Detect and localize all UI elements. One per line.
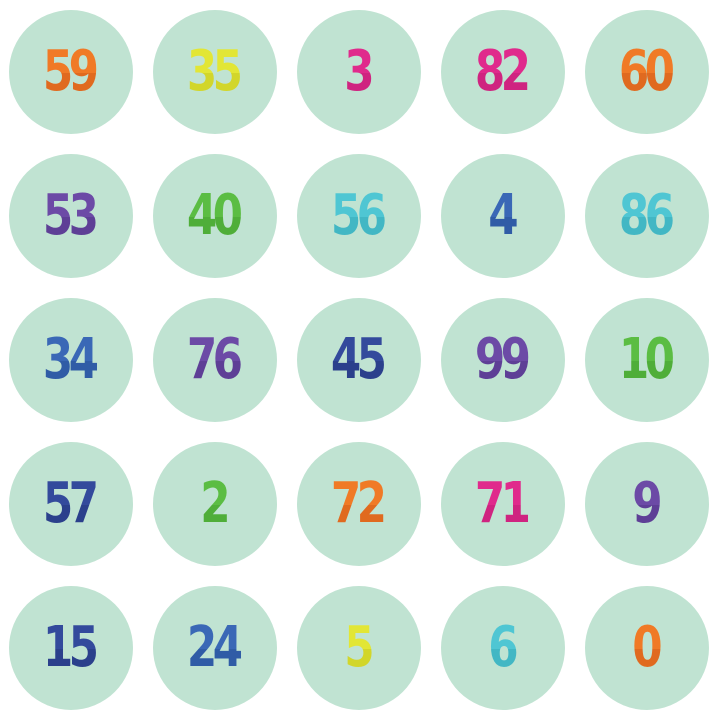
number-tile[interactable]: 60: [585, 10, 709, 134]
number-label: 40: [187, 188, 243, 244]
number-label: 10: [619, 332, 675, 388]
number-label: 34: [43, 332, 99, 388]
number-label: 15: [43, 620, 99, 676]
number-label: 24: [187, 620, 243, 676]
number-tile[interactable]: 24: [153, 586, 277, 710]
number-tile[interactable]: 86: [585, 154, 709, 278]
number-tile[interactable]: 82: [441, 10, 565, 134]
number-tile[interactable]: 59: [9, 10, 133, 134]
number-label: 9: [632, 476, 662, 532]
number-tile[interactable]: 45: [297, 298, 421, 422]
number-tile[interactable]: 6: [441, 586, 565, 710]
number-label: 0: [632, 620, 662, 676]
number-label: 57: [43, 476, 99, 532]
number-tile[interactable]: 9: [585, 442, 709, 566]
number-label: 82: [475, 44, 531, 100]
number-tile[interactable]: 76: [153, 298, 277, 422]
number-label: 35: [187, 44, 243, 100]
number-tile[interactable]: 53: [9, 154, 133, 278]
number-label: 2: [200, 476, 230, 532]
number-tile[interactable]: 40: [153, 154, 277, 278]
number-label: 86: [619, 188, 675, 244]
number-tile[interactable]: 72: [297, 442, 421, 566]
number-label: 3: [344, 44, 374, 100]
number-label: 60: [619, 44, 675, 100]
number-tile[interactable]: 99: [441, 298, 565, 422]
number-tile[interactable]: 4: [441, 154, 565, 278]
number-label: 4: [488, 188, 518, 244]
number-tile[interactable]: 71: [441, 442, 565, 566]
number-label: 59: [43, 44, 99, 100]
number-label: 56: [331, 188, 387, 244]
number-label: 76: [187, 332, 243, 388]
number-label: 72: [331, 476, 387, 532]
number-tile[interactable]: 5: [297, 586, 421, 710]
number-label: 71: [475, 476, 531, 532]
number-tile[interactable]: 0: [585, 586, 709, 710]
number-label: 45: [331, 332, 387, 388]
number-label: 5: [344, 620, 374, 676]
number-tile[interactable]: 35: [153, 10, 277, 134]
number-tile[interactable]: 3: [297, 10, 421, 134]
number-tile[interactable]: 2: [153, 442, 277, 566]
number-tile[interactable]: 10: [585, 298, 709, 422]
number-tile-grid: 59 35 3 82 60 53 40 56 4 86 34 76 45 99 10 57 2 72 71 9 15 24…: [9, 10, 711, 712]
number-label: 99: [475, 332, 531, 388]
number-tile[interactable]: 56: [297, 154, 421, 278]
number-tile[interactable]: 57: [9, 442, 133, 566]
number-tile[interactable]: 15: [9, 586, 133, 710]
number-tile[interactable]: 34: [9, 298, 133, 422]
number-label: 53: [43, 188, 99, 244]
number-label: 6: [488, 620, 518, 676]
